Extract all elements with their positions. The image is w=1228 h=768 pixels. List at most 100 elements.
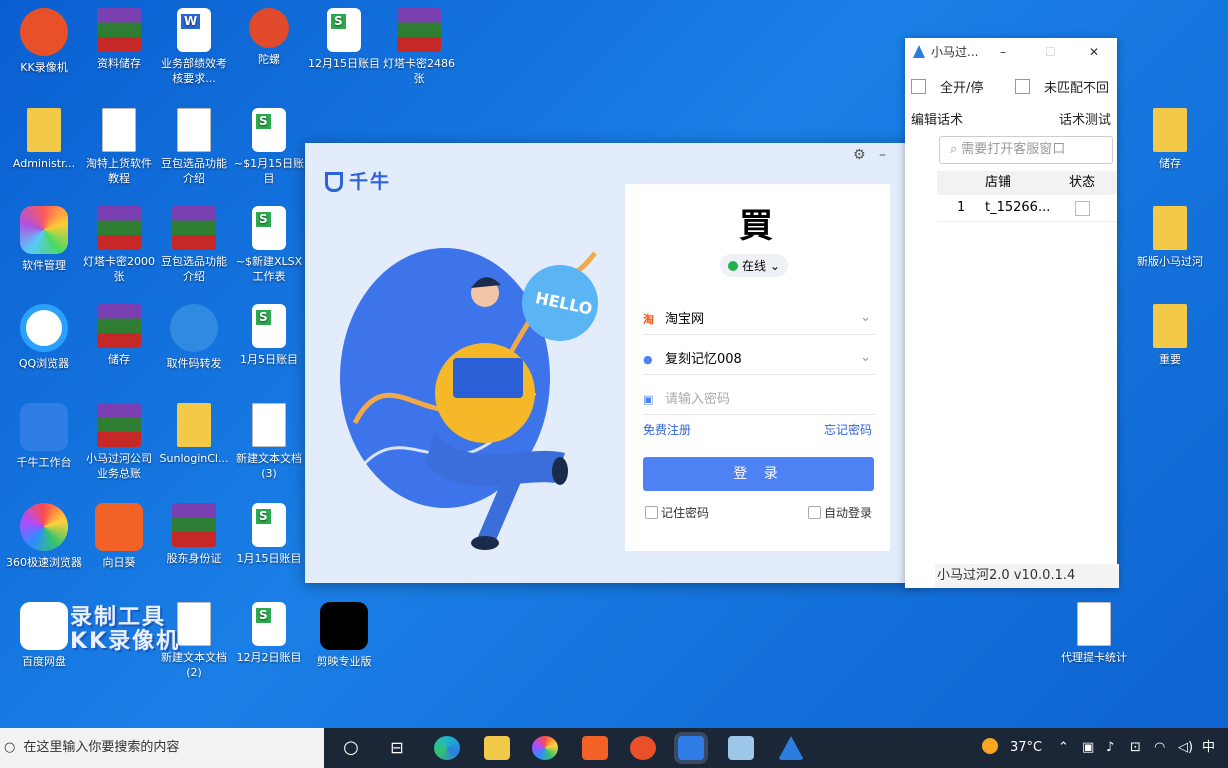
weather-widget[interactable]: 37°C [982, 728, 1042, 768]
desktop-icon[interactable]: 股东身份证 [156, 503, 232, 566]
desktop-icon-label: ~$新建XLSX 工作表 [235, 255, 303, 283]
desktop-icon[interactable]: 业务部绩效考核要求... [156, 8, 232, 86]
desktop-icon[interactable]: 12月15日账目 [306, 8, 382, 71]
sunlogin-taskbar-icon[interactable] [582, 736, 608, 760]
folder-icon [1153, 304, 1187, 348]
settings-gear-icon[interactable]: ⚙ [853, 147, 866, 163]
volume-icon[interactable]: ◁) [1178, 728, 1193, 768]
winrar-archive-icon [97, 8, 141, 52]
desktop-icon[interactable]: 储存 [1132, 108, 1208, 171]
spinning-top-icon [249, 8, 289, 48]
status-checkbox[interactable] [1075, 201, 1090, 216]
search-icon: ○ [4, 740, 16, 755]
desktop-icon[interactable]: 12月2日账目 [231, 602, 307, 665]
chevron-down-icon: ⌄ [860, 350, 871, 365]
forgot-password-link[interactable]: 忘记密码 [824, 421, 872, 438]
user-folder-icon [27, 108, 61, 152]
capcut-icon [320, 602, 368, 650]
360-browser-taskbar-icon[interactable] [532, 736, 558, 760]
desktop-icon-label: 资料储存 [97, 57, 141, 70]
qianniu-brand: 千牛 [325, 167, 391, 194]
spreadsheet-icon [252, 602, 286, 646]
desktop-icon-label: 储存 [108, 353, 130, 366]
account-input[interactable]: ● 复刻记忆008 ⌄ [643, 348, 875, 375]
close-button[interactable]: ✕ [1089, 38, 1099, 66]
desktop-icon[interactable]: 千牛工作台 [6, 403, 82, 470]
edge-browser-icon[interactable] [434, 736, 460, 760]
desktop-icon[interactable]: 灯塔卡密2486张 [381, 8, 457, 86]
desktop-icon[interactable]: 新版小马过河 [1132, 206, 1208, 269]
test-script-tab[interactable]: 话术测试 [1059, 109, 1111, 128]
taobao-icon: 淘 [643, 313, 654, 326]
winrar-archive-icon [97, 206, 141, 250]
toggle-all-checkbox[interactable]: 全开/停 [911, 77, 983, 96]
auto-login-checkbox[interactable]: 自动登录 [807, 504, 872, 521]
online-status-selector[interactable]: 在线 ⌄ [720, 254, 788, 277]
winrar-archive-icon [172, 503, 216, 547]
desktop-icon[interactable]: 淘特上货软件教程 [81, 108, 157, 186]
app-logo: 買 [739, 206, 773, 246]
desktop-icon[interactable]: 代理提卡统计 [1056, 602, 1132, 665]
network-adapter-icon[interactable]: ⊡ [1130, 728, 1141, 768]
task-view-icon[interactable]: ⊟ [384, 736, 410, 760]
desktop-icon[interactable]: 储存 [81, 304, 157, 367]
file-explorer-icon[interactable] [484, 736, 510, 760]
desktop-icon[interactable]: 1月5日账目 [231, 304, 307, 367]
search-input[interactable]: ⌕ 需要打开客服窗口 [939, 136, 1113, 164]
desktop-icon-label: 豆包选品功能介绍 [161, 157, 227, 185]
login-button[interactable]: 登 录 [643, 457, 874, 491]
register-link[interactable]: 免费注册 [643, 421, 691, 438]
desktop-icon[interactable]: Administr... [6, 108, 82, 171]
desktop-icon[interactable]: ~$新建XLSX 工作表 [231, 206, 307, 284]
desktop-icon-label: SunloginCl... [159, 452, 229, 465]
minimize-button[interactable]: – [1000, 38, 1006, 66]
desktop-icon[interactable]: 新建文本文档 (3) [231, 403, 307, 481]
ime-indicator[interactable]: 中 [1202, 728, 1215, 768]
desktop-icon-label: 1月5日账目 [240, 353, 298, 366]
remember-password-checkbox[interactable]: 记住密码 [645, 504, 709, 521]
desktop-icon[interactable]: ~$1月15日账目 [231, 108, 307, 186]
site-select[interactable]: 淘淘宝网 ⌄ [643, 308, 875, 335]
desktop-icon[interactable]: 豆包选品功能介绍 [156, 108, 232, 186]
desktop-icon-label: QQ浏览器 [18, 357, 70, 370]
desktop-icon[interactable]: 陀螺 [231, 8, 307, 67]
desktop-icon[interactable]: 1月15日账目 [231, 503, 307, 566]
unmatched-no-reply-checkbox[interactable]: 未匹配不回 [1015, 77, 1109, 96]
microphone-icon[interactable]: ♪ [1106, 728, 1114, 768]
maximize-button[interactable]: ☐ [1045, 38, 1056, 66]
qianniu-tray-icon[interactable]: ▣ [1082, 728, 1094, 768]
minimize-button[interactable]: – [879, 147, 886, 163]
notepad-taskbar-icon[interactable] [728, 736, 754, 760]
chevron-up-icon[interactable]: ⌃ [1058, 728, 1069, 768]
qianniu-taskbar-icon[interactable] [678, 736, 704, 760]
desktop-icon[interactable]: KK录像机 [6, 8, 82, 75]
desktop-icon[interactable]: 资料储存 [81, 8, 157, 71]
desktop-icon[interactable]: 剪映专业版 [306, 602, 382, 669]
desktop-icon-label: 向日葵 [102, 556, 136, 569]
wifi-icon[interactable]: ◠ [1154, 728, 1165, 768]
cortana-icon[interactable]: ○ [338, 736, 364, 760]
desktop-icon[interactable]: QQ浏览器 [6, 304, 82, 371]
taskbar-search[interactable]: ○ 在这里输入你要搜索的内容 [0, 728, 324, 768]
password-input[interactable]: ▣ 请输入密码 [643, 388, 875, 415]
table-row[interactable]: 1 t_15266... [937, 195, 1117, 222]
desktop-icon-label: 千牛工作台 [16, 456, 72, 469]
xiaoma-taskbar-icon[interactable] [778, 736, 804, 760]
desktop-icon[interactable]: 豆包选品功能介绍 [156, 206, 232, 284]
desktop-icon[interactable]: 取件码转发 [156, 304, 232, 371]
edit-script-tab[interactable]: 编辑话术 [911, 109, 963, 128]
desktop-icon[interactable]: 360极速浏览器 [6, 503, 82, 570]
desktop-icon[interactable]: 小马过河公司业务总账 [81, 403, 157, 481]
kk-recorder-taskbar-icon[interactable] [630, 736, 656, 760]
winrar-archive-icon [97, 304, 141, 348]
desktop-icon[interactable]: SunloginCl... [156, 403, 232, 466]
qq-browser-icon [20, 304, 68, 352]
xiaoma-window: 小马过... – ☐ ✕ 全开/停 未匹配不回 编辑话术 话术测试 ⌕ 需要打开客… [905, 38, 1119, 588]
send-app-icon [170, 304, 218, 352]
desktop-icon[interactable]: 重要 [1132, 304, 1208, 367]
desktop-icon[interactable]: 软件管理 [6, 206, 82, 273]
desktop-icon[interactable]: 向日葵 [81, 503, 157, 570]
spreadsheet-icon [252, 206, 286, 250]
desktop-icon[interactable]: 灯塔卡密2000张 [81, 206, 157, 284]
desktop-icon-label: 新版小马过河 [1137, 255, 1203, 268]
